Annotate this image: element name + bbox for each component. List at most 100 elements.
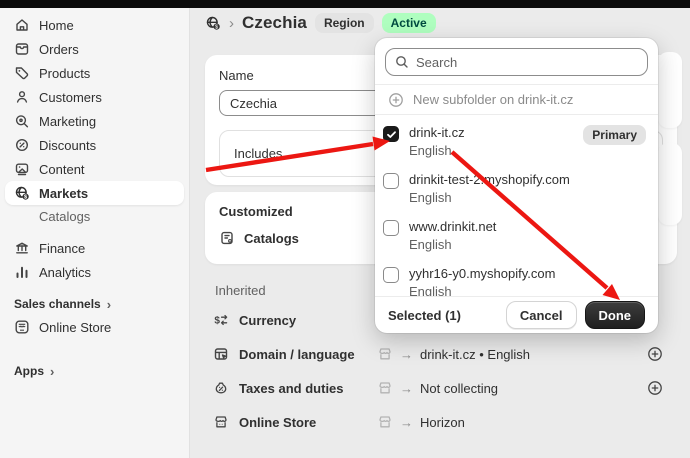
new-subfolder-label: New subfolder on drink-it.cz — [413, 92, 573, 107]
inherited-title: Inherited — [215, 283, 266, 298]
top-bar — [0, 0, 690, 8]
card-edge-sliver — [658, 143, 682, 225]
sidebar-item-label: Home — [39, 18, 74, 33]
domain-picker-popover: New subfolder on drink-it.cz drink-it.cz… — [375, 38, 658, 333]
checkbox-checked[interactable] — [383, 126, 399, 142]
markets-icon: $ — [14, 185, 30, 201]
customers-icon — [14, 89, 30, 105]
sidebar-item-label: Products — [39, 66, 90, 81]
domain-option-drinkit-test-2[interactable]: drinkit-test-2.myshopify.com English — [375, 164, 658, 211]
check-icon — [386, 129, 397, 140]
includes-label: Includes — [234, 146, 282, 161]
taxes-icon — [213, 380, 229, 396]
sidebar-item-label: Discounts — [39, 138, 96, 153]
sidebar-item-catalogs[interactable]: Catalogs — [5, 205, 184, 228]
sidebar-item-orders[interactable]: Orders — [5, 37, 184, 61]
inherited-row-label: Taxes and duties — [239, 381, 344, 396]
domain-option-list: drink-it.cz English Primary drinkit-test… — [375, 115, 658, 296]
svg-text:$: $ — [214, 316, 220, 327]
sidebar-section-sales-channels[interactable]: Sales channels › — [0, 293, 189, 315]
catalogs-icon — [219, 230, 235, 246]
plus-circle-icon — [388, 92, 404, 108]
add-taxes-button[interactable] — [647, 380, 663, 396]
primary-badge: Primary — [583, 125, 646, 145]
active-status-badge: Active — [382, 13, 436, 33]
checkbox-unchecked[interactable] — [383, 173, 399, 189]
store-icon — [377, 380, 393, 396]
popover-footer: Selected (1) Cancel Done — [375, 296, 658, 333]
sidebar-item-analytics[interactable]: Analytics — [5, 260, 184, 284]
sidebar-item-home[interactable]: Home — [5, 13, 184, 37]
option-domain: yyhr16-y0.myshopify.com — [409, 265, 555, 282]
sidebar-item-label: Online Store — [39, 320, 111, 335]
currency-icon: $ — [213, 312, 229, 328]
discounts-icon — [14, 137, 30, 153]
search-icon — [394, 54, 410, 70]
option-language: English — [409, 143, 465, 159]
sidebar-item-marketing[interactable]: Marketing — [5, 109, 184, 133]
sidebar-item-markets[interactable]: $ Markets — [5, 181, 184, 205]
inherited-row-value: drink-it.cz • English — [420, 347, 530, 362]
section-label: Apps — [14, 364, 44, 378]
popover-search — [385, 48, 648, 76]
sidebar-item-label: Markets — [39, 186, 88, 201]
chevron-right-icon: › — [50, 364, 54, 379]
page-header: $ › Czechia Region Active — [205, 13, 436, 33]
card-edge-sliver — [658, 52, 682, 128]
products-icon — [14, 65, 30, 81]
inherited-row-online-store[interactable]: Online Store → Horizon — [205, 405, 677, 439]
inherited-row-taxes[interactable]: Taxes and duties → Not collecting — [205, 371, 677, 405]
sidebar-item-label: Customers — [39, 90, 102, 105]
section-label: Sales channels — [14, 297, 101, 311]
inherit-arrow-icon: → — [400, 347, 413, 362]
new-subfolder-action[interactable]: New subfolder on drink-it.cz — [375, 85, 658, 114]
orders-icon — [14, 41, 30, 57]
done-button[interactable]: Done — [585, 301, 646, 329]
cancel-button[interactable]: Cancel — [506, 301, 577, 329]
sidebar-section-apps[interactable]: Apps › — [0, 360, 189, 382]
sidebar-item-content[interactable]: Content — [5, 157, 184, 181]
inherited-row-label: Currency — [239, 313, 296, 328]
checkbox-unchecked[interactable] — [383, 220, 399, 236]
sidebar-item-finance[interactable]: Finance — [5, 236, 184, 260]
sidebar: Home Orders Products Customers Marketing… — [0, 8, 190, 458]
breadcrumb-chevron-icon: › — [229, 15, 234, 32]
store-icon — [377, 414, 393, 430]
domain-option-drink-it-cz[interactable]: drink-it.cz English Primary — [375, 117, 658, 164]
region-badge: Region — [315, 13, 374, 33]
add-domain-button[interactable] — [647, 346, 663, 362]
markets-breadcrumb-icon: $ — [205, 15, 221, 31]
sidebar-item-label: Analytics — [39, 265, 91, 280]
online-store-icon — [14, 319, 30, 335]
option-domain: drinkit-test-2.myshopify.com — [409, 171, 570, 188]
option-domain: www.drinkit.net — [409, 218, 496, 235]
inherited-row-label: Online Store — [239, 415, 316, 430]
domain-option-www-drinkit-net[interactable]: www.drinkit.net English — [375, 211, 658, 258]
checkbox-unchecked[interactable] — [383, 267, 399, 283]
option-language: English — [409, 284, 555, 296]
sidebar-gap — [0, 228, 189, 236]
marketing-icon — [14, 113, 30, 129]
catalogs-label: Catalogs — [244, 231, 299, 246]
sidebar-item-label: Marketing — [39, 114, 96, 129]
option-language: English — [409, 237, 496, 253]
online-store-icon — [213, 414, 229, 430]
sidebar-item-discounts[interactable]: Discounts — [5, 133, 184, 157]
domain-icon — [213, 346, 229, 362]
sidebar-item-label: Catalogs — [39, 209, 90, 224]
finance-icon — [14, 240, 30, 256]
inherit-arrow-icon: → — [400, 381, 413, 396]
inherited-row-label: Domain / language — [239, 347, 355, 362]
inherited-row-value: Horizon — [420, 415, 465, 430]
sidebar-item-label: Finance — [39, 241, 85, 256]
sidebar-item-customers[interactable]: Customers — [5, 85, 184, 109]
sidebar-item-online-store[interactable]: Online Store — [5, 315, 184, 339]
domain-option-yyhr16-y0[interactable]: yyhr16-y0.myshopify.com English — [375, 258, 658, 296]
inherited-row-value: Not collecting — [420, 381, 498, 396]
search-input[interactable] — [385, 48, 648, 76]
sidebar-item-products[interactable]: Products — [5, 61, 184, 85]
analytics-icon — [14, 264, 30, 280]
shopify-admin-screen: Home Orders Products Customers Marketing… — [0, 0, 690, 458]
home-icon — [14, 17, 30, 33]
inherited-row-domain-language[interactable]: Domain / language → drink-it.cz • Englis… — [205, 337, 677, 371]
